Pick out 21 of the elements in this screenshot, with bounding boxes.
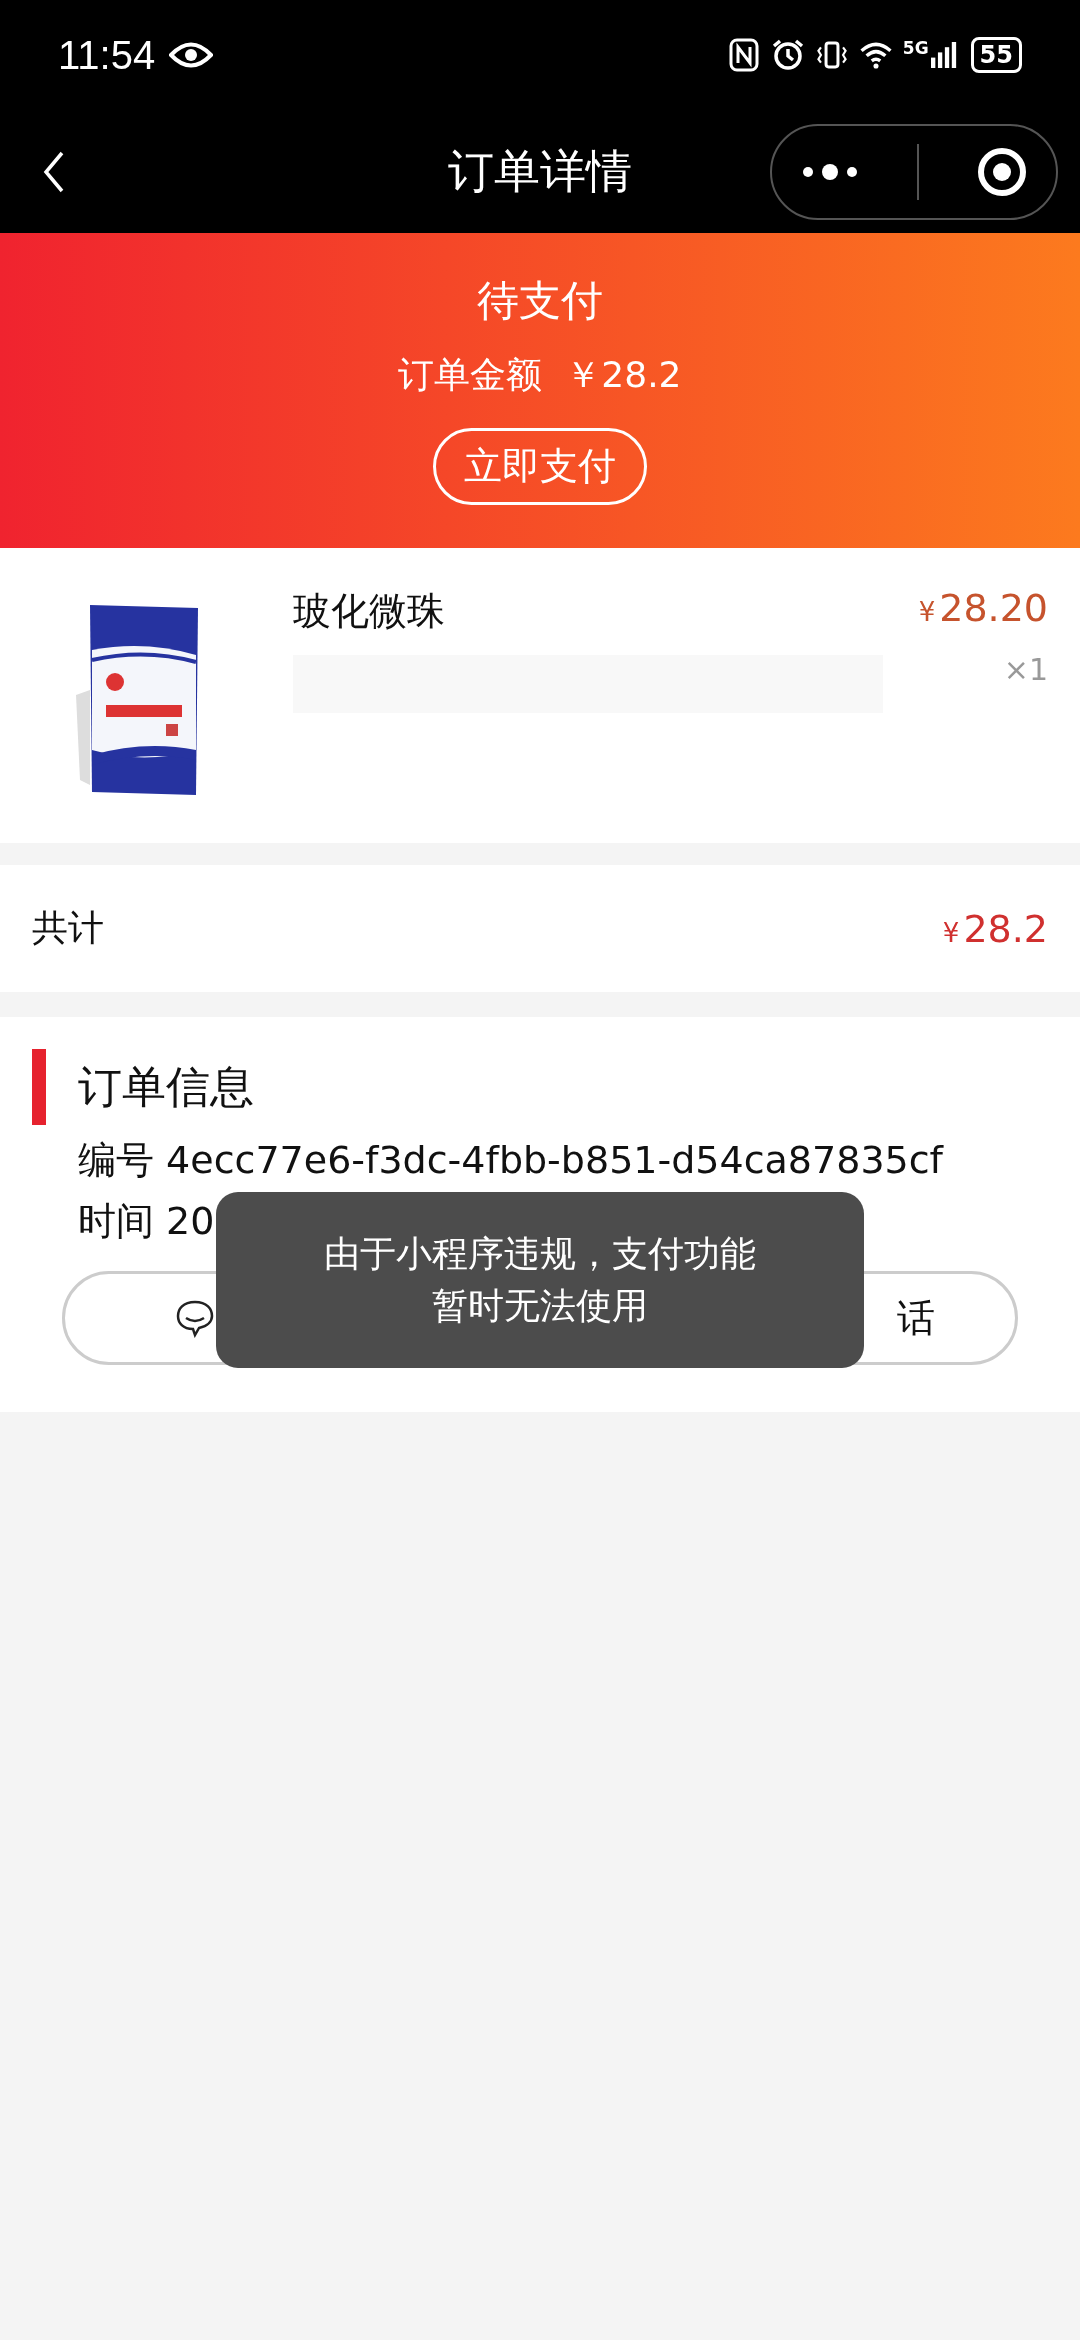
alarm-icon: [770, 38, 805, 72]
product-quantity: ×1: [1003, 652, 1048, 687]
order-amount: 订单金额 ￥28.2: [398, 353, 682, 397]
product-name: 玻化微珠: [293, 588, 446, 635]
chat-icon: [175, 1298, 215, 1338]
page-title: 订单详情: [448, 142, 632, 200]
order-status: 待支付: [477, 275, 603, 327]
back-icon[interactable]: [42, 149, 66, 194]
section-title: 订单信息: [78, 1059, 254, 1114]
network-label: 5G: [902, 38, 929, 58]
order-number: 编号 4ecc77e6-f3dc-4fbb-b851-d54ca87835cf: [78, 1137, 945, 1184]
eye-icon: [169, 40, 214, 70]
product-price: ¥28.20: [918, 586, 1048, 630]
status-time: 11:54: [58, 32, 156, 78]
pay-now-button[interactable]: 立即支付: [433, 428, 647, 505]
order-time: 时间 20: [78, 1198, 216, 1245]
battery-icon: 55: [970, 37, 1022, 73]
total-label: 共计: [32, 906, 104, 950]
total-amount: ¥28.2: [942, 906, 1048, 951]
signal-icon: [930, 39, 957, 71]
payment-toast: 由于小程序违规，支付功能暂时无法使用: [216, 1192, 864, 1369]
